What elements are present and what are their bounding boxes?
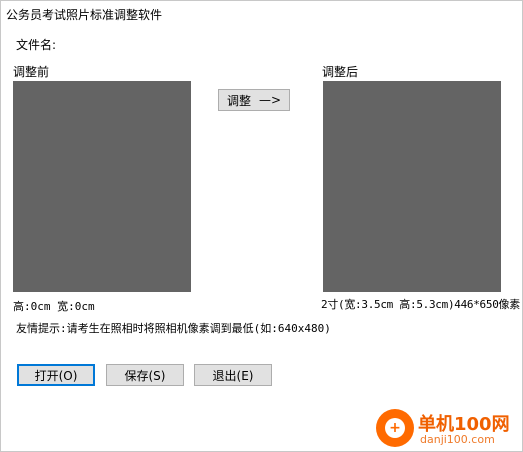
plus-icon: + <box>385 418 405 438</box>
filename-label: 文件名: <box>16 38 57 52</box>
exit-button[interactable]: 退出(E) <box>194 364 272 386</box>
watermark-logo: + 单机100网 danji100.com <box>374 406 523 452</box>
watermark-url: danji100.com <box>420 433 495 446</box>
after-label: 调整后 <box>322 65 359 79</box>
save-button[interactable]: 保存(S) <box>106 364 184 386</box>
right-arrow-icon: —> <box>258 93 282 107</box>
watermark-circle-icon: + <box>376 409 414 447</box>
after-image-preview <box>323 81 501 292</box>
adjust-button[interactable]: 调整 —> <box>218 89 290 111</box>
open-button[interactable]: 打开(O) <box>17 364 95 386</box>
app-window: 公务员考试照片标准调整软件 文件名: 调整前 调整后 调整 —> 高:0cm 宽… <box>0 0 523 452</box>
before-image-preview <box>13 81 191 292</box>
after-dimensions: 2寸(宽:3.5cm 高:5.3cm)446*650像素 <box>321 298 520 311</box>
window-title: 公务员考试照片标准调整软件 <box>6 8 163 22</box>
before-label: 调整前 <box>13 65 50 79</box>
before-dimensions: 高:0cm 宽:0cm <box>13 300 95 313</box>
adjust-button-label: 调整 <box>226 93 251 108</box>
title-bar[interactable]: 公务员考试照片标准调整软件 <box>1 1 522 27</box>
tip-text: 友情提示:请考生在照相时将照相机像素调到最低(如:640x480) <box>16 322 331 335</box>
